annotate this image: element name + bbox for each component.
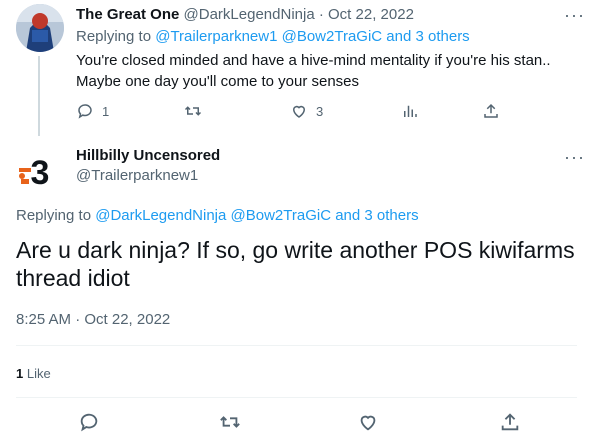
like-button[interactable]: 3 bbox=[290, 101, 323, 121]
reply-button[interactable]: 1 bbox=[76, 101, 109, 121]
svg-text:3: 3 bbox=[31, 154, 50, 192]
divider bbox=[16, 345, 577, 346]
share-button[interactable] bbox=[482, 101, 500, 121]
reply-count: 1 bbox=[102, 103, 110, 119]
replying-prefix: Replying to bbox=[16, 207, 92, 224]
author-name[interactable]: The Great One bbox=[76, 6, 179, 23]
like-count: 3 bbox=[316, 103, 324, 119]
reply-tweet[interactable]: The Great One @DarkLegendNinja · Oct 22,… bbox=[0, 0, 593, 138]
tweet-actions bbox=[16, 411, 577, 435]
author-handle[interactable]: @Trailerparknew1 bbox=[76, 167, 198, 184]
divider bbox=[16, 397, 577, 398]
likes-stat[interactable]: 1 Like bbox=[16, 366, 51, 381]
replying-to-links[interactable]: @Trailerparknew1 @Bow2TraGiC and 3 other… bbox=[155, 28, 469, 45]
analytics-button[interactable] bbox=[401, 101, 419, 121]
like-icon bbox=[292, 105, 306, 118]
avatar[interactable]: 3 bbox=[16, 148, 64, 196]
likes-count: 1 bbox=[16, 366, 24, 381]
retweet-icon bbox=[184, 106, 202, 116]
retweet-button[interactable] bbox=[184, 101, 210, 121]
replying-prefix: Replying to bbox=[76, 28, 152, 45]
tweet-text: You're closed minded and have a hive-min… bbox=[76, 52, 551, 90]
thread-line bbox=[38, 56, 40, 136]
reply-icon bbox=[80, 413, 98, 432]
share-icon bbox=[484, 103, 498, 118]
share-button[interactable] bbox=[499, 411, 523, 435]
like-icon bbox=[360, 415, 376, 431]
replying-to-links[interactable]: @DarkLegendNinja @Bow2TraGiC and 3 other… bbox=[95, 207, 418, 224]
reply-button[interactable] bbox=[78, 411, 102, 435]
retweet-icon bbox=[220, 416, 240, 428]
more-options-button[interactable]: ··· bbox=[564, 148, 585, 166]
reply-header: The Great One @DarkLegendNinja · Oct 22,… bbox=[76, 6, 414, 23]
author-name[interactable]: Hillbilly Uncensored bbox=[76, 147, 220, 164]
tweet-date[interactable]: Oct 22, 2022 bbox=[328, 6, 414, 23]
like-button[interactable] bbox=[357, 411, 381, 435]
analytics-icon bbox=[404, 105, 417, 117]
tweet-actions: 1 3 bbox=[76, 101, 576, 121]
reply-icon bbox=[78, 104, 92, 119]
author-handle[interactable]: @DarkLegendNinja bbox=[184, 6, 315, 23]
likes-label: Like bbox=[26, 366, 51, 381]
replying-to: Replying to @DarkLegendNinja @Bow2TraGiC… bbox=[16, 207, 419, 224]
more-options-button[interactable]: ··· bbox=[564, 6, 585, 24]
tweet-timestamp[interactable]: 8:25 AM · Oct 22, 2022 bbox=[16, 311, 170, 328]
retweet-button[interactable] bbox=[219, 411, 243, 435]
separator: · bbox=[318, 6, 324, 23]
tweet-text: Are u dark ninja? If so, go write anothe… bbox=[16, 237, 575, 291]
share-icon bbox=[501, 413, 519, 431]
replying-to: Replying to @Trailerparknew1 @Bow2TraGiC… bbox=[76, 28, 470, 45]
avatar[interactable] bbox=[16, 4, 64, 52]
